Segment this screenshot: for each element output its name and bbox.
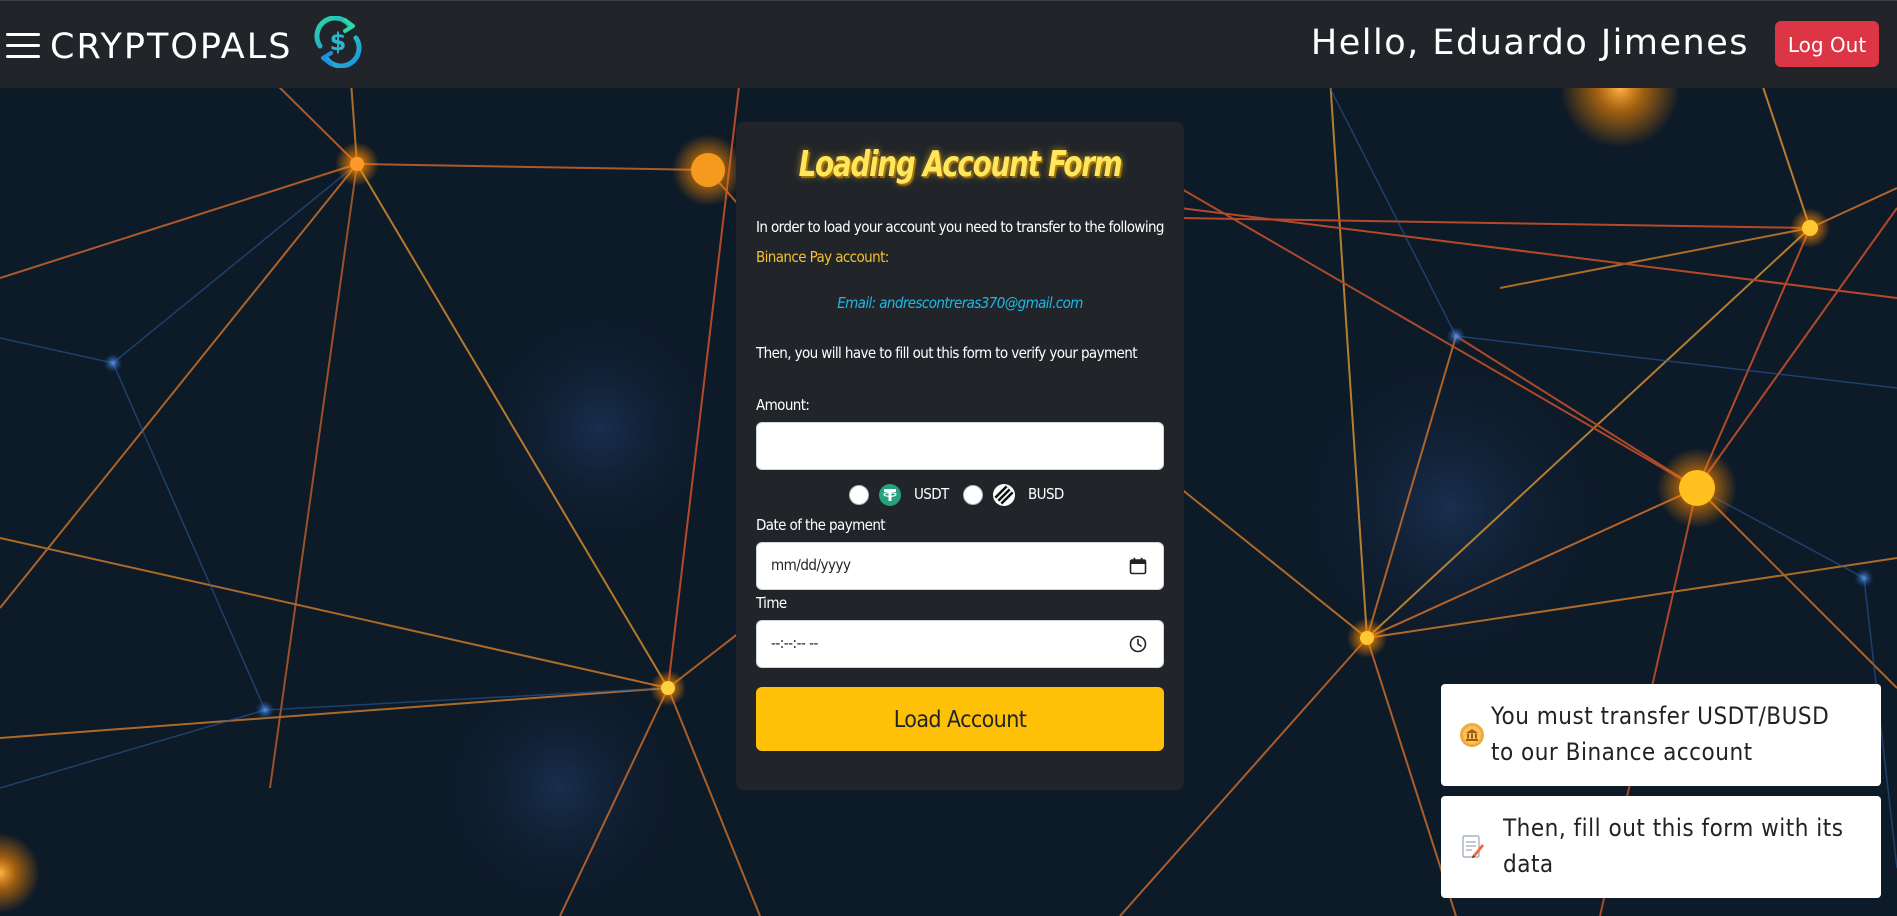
user-greeting: Hello, Eduardo Jimenes <box>1310 23 1749 63</box>
load-account-button[interactable]: Load Account <box>756 687 1164 751</box>
currency-selector: USDT BUSD <box>736 480 1184 510</box>
time-placeholder: --:--:-- -- <box>771 634 818 652</box>
navbar: CRYPTOPALS $ Hello, Eduardo Jimenes Log … <box>0 0 1897 88</box>
clock-icon[interactable] <box>1129 635 1147 653</box>
notification-transfer: You must transfer USDT/BUSD to our Binan… <box>1441 684 1881 786</box>
payment-time-input[interactable]: --:--:-- -- <box>756 620 1164 668</box>
bank-coin-icon <box>1460 723 1484 747</box>
date-label: Date of the payment <box>756 516 886 534</box>
binance-account-label: Binance Pay account: <box>756 248 889 266</box>
form-instruction: Then, you will have to fill out this for… <box>756 344 1137 362</box>
notepad-icon <box>1462 835 1484 858</box>
usdt-label: USDT <box>914 485 949 503</box>
payment-date-input[interactable]: mm/dd/yyyy <box>756 542 1164 590</box>
usdt-coin-icon <box>879 484 901 506</box>
logout-button[interactable]: Log Out <box>1775 21 1879 67</box>
busd-label: BUSD <box>1028 485 1064 503</box>
amount-label: Amount: <box>756 396 810 414</box>
loading-account-form-card: Loading Account Form In order to load yo… <box>736 122 1184 790</box>
time-label: Time <box>756 594 787 612</box>
calendar-icon[interactable] <box>1129 557 1147 575</box>
usdt-radio[interactable] <box>849 485 869 505</box>
svg-text:$: $ <box>330 28 347 56</box>
intro-text: In order to load your account you need t… <box>756 218 1165 236</box>
date-placeholder: mm/dd/yyyy <box>771 556 851 574</box>
form-intro: In order to load your account you need t… <box>756 212 1166 272</box>
notification-transfer-text: You must transfer USDT/BUSD to our Binan… <box>1491 702 1830 766</box>
hamburger-menu-icon[interactable] <box>6 33 40 59</box>
busd-coin-icon <box>993 484 1015 506</box>
brand-name[interactable]: CRYPTOPALS <box>50 25 292 69</box>
notification-fill-form-text: Then, fill out this form with its data <box>1503 814 1844 878</box>
notification-fill-form: Then, fill out this form with its data <box>1441 796 1881 898</box>
amount-input[interactable] <box>756 422 1164 470</box>
form-title: Loading Account Form <box>798 144 1123 185</box>
busd-radio[interactable] <box>963 485 983 505</box>
dollar-exchange-icon: $ <box>314 16 362 68</box>
binance-email: Email: andrescontreras370@gmail.com <box>837 294 1083 312</box>
